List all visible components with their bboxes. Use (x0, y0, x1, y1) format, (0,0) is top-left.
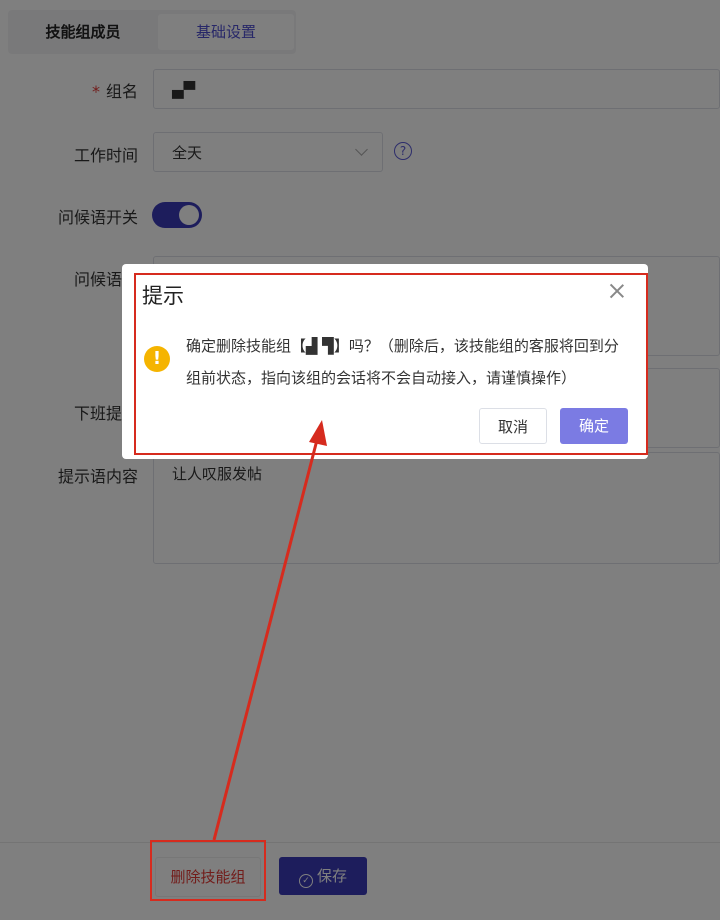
modal-overlay[interactable] (0, 0, 720, 920)
dialog-highlight-box (134, 273, 648, 455)
delete-button-highlight-box (150, 840, 266, 901)
